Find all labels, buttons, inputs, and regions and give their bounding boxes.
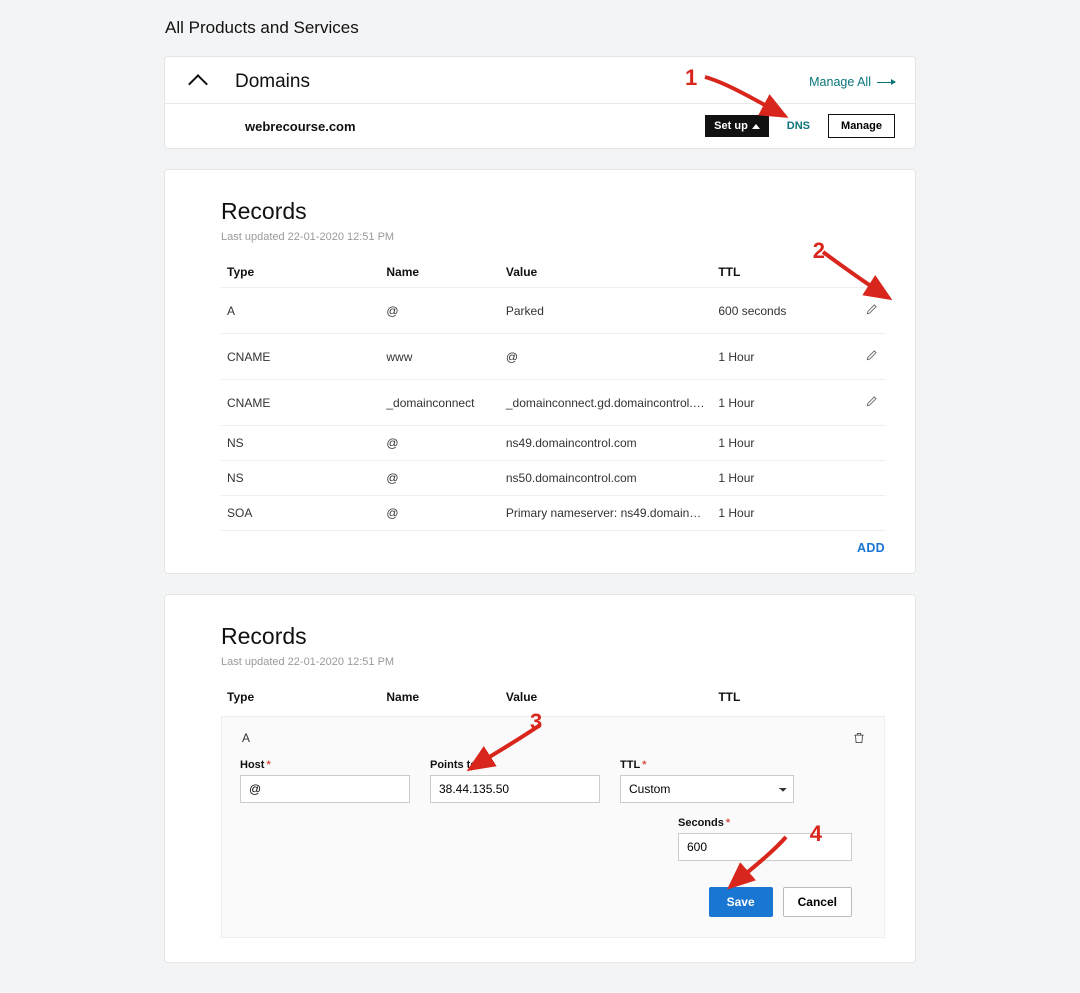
manage-all-link[interactable]: Manage All bbox=[809, 75, 895, 89]
table-row: NS@ns49.domaincontrol.com1 Hour bbox=[221, 426, 885, 461]
cell-type: SOA bbox=[221, 496, 380, 531]
records-card-2: Records Last updated 22-01-2020 12:51 PM… bbox=[164, 594, 916, 963]
domains-heading: Domains bbox=[235, 71, 310, 93]
cell-name: www bbox=[380, 334, 500, 380]
col2-ttl: TTL bbox=[712, 682, 832, 712]
cell-type: CNAME bbox=[221, 380, 380, 426]
chevron-up-icon[interactable] bbox=[188, 74, 208, 94]
col-type: Type bbox=[221, 257, 380, 288]
cell-ttl: 1 Hour bbox=[712, 426, 832, 461]
host-label: Host* bbox=[240, 759, 410, 771]
delete-icon[interactable] bbox=[852, 731, 866, 748]
col-name: Name bbox=[380, 257, 500, 288]
cell-ttl: 1 Hour bbox=[712, 380, 832, 426]
last-updated-2: Last updated 22-01-2020 12:51 PM bbox=[221, 656, 885, 668]
records-card-1: Records Last updated 22-01-2020 12:51 PM… bbox=[164, 169, 916, 574]
cell-ttl: 1 Hour bbox=[712, 334, 832, 380]
annotation-arrow-3 bbox=[462, 721, 552, 776]
edit-icon[interactable] bbox=[865, 394, 879, 408]
table-row: CNAME_domainconnect_domainconnect.gd.dom… bbox=[221, 380, 885, 426]
cell-name: _domainconnect bbox=[380, 380, 500, 426]
cell-value: Primary nameserver: ns49.domaincontrol.c… bbox=[500, 496, 712, 531]
col-ttl: TTL bbox=[712, 257, 832, 288]
records-title-2: Records bbox=[221, 623, 885, 650]
page-title: All Products and Services bbox=[165, 18, 1080, 38]
domains-card: Domains Manage All webrecourse.com Set u… bbox=[164, 56, 916, 149]
records-table: Type Name Value TTL A@Parked600 secondsC… bbox=[221, 257, 885, 531]
dns-link[interactable]: DNS bbox=[787, 120, 810, 132]
cell-type: NS bbox=[221, 426, 380, 461]
cell-type: NS bbox=[221, 461, 380, 496]
manage-all-label: Manage All bbox=[809, 75, 871, 89]
col2-type: Type bbox=[221, 682, 380, 712]
table-row: SOA@Primary nameserver: ns49.domaincontr… bbox=[221, 496, 885, 531]
cell-value: _domainconnect.gd.domaincontrol.com bbox=[500, 380, 712, 426]
col2-name: Name bbox=[380, 682, 500, 712]
seconds-label: Seconds* bbox=[678, 817, 852, 829]
annotation-arrow-4 bbox=[724, 833, 794, 893]
edit-icon[interactable] bbox=[865, 348, 879, 362]
cell-name: @ bbox=[380, 496, 500, 531]
last-updated: Last updated 22-01-2020 12:51 PM bbox=[221, 231, 885, 243]
host-input[interactable] bbox=[240, 775, 410, 803]
cell-ttl: 1 Hour bbox=[712, 461, 832, 496]
annotation-arrow-2 bbox=[817, 246, 897, 306]
ttl-label: TTL* bbox=[620, 759, 794, 771]
cell-ttl: 600 seconds bbox=[712, 288, 832, 334]
cell-value: @ bbox=[500, 334, 712, 380]
caret-up-icon bbox=[752, 124, 760, 129]
cell-name: @ bbox=[380, 426, 500, 461]
cell-name: @ bbox=[380, 288, 500, 334]
manage-button[interactable]: Manage bbox=[828, 114, 895, 138]
records-title: Records bbox=[221, 198, 885, 225]
cell-ttl: 1 Hour bbox=[712, 496, 832, 531]
table-row: NS@ns50.domaincontrol.com1 Hour bbox=[221, 461, 885, 496]
cell-value: ns50.domaincontrol.com bbox=[500, 461, 712, 496]
arrow-right-icon bbox=[877, 82, 895, 83]
points-to-input[interactable] bbox=[430, 775, 600, 803]
add-link[interactable]: ADD bbox=[221, 541, 885, 555]
records-table-2: Type Name Value TTL bbox=[221, 682, 885, 712]
cell-type: A bbox=[221, 288, 380, 334]
cell-value: Parked bbox=[500, 288, 712, 334]
cell-name: @ bbox=[380, 461, 500, 496]
annotation-arrow-1 bbox=[697, 71, 797, 121]
col-value: Value bbox=[500, 257, 712, 288]
domain-name: webrecourse.com bbox=[245, 119, 356, 134]
ttl-select[interactable]: Custom bbox=[620, 775, 794, 803]
col2-value: Value bbox=[500, 682, 712, 712]
table-row: CNAMEwww@1 Hour bbox=[221, 334, 885, 380]
cell-value: ns49.domaincontrol.com bbox=[500, 426, 712, 461]
table-row: A@Parked600 seconds bbox=[221, 288, 885, 334]
cell-type: CNAME bbox=[221, 334, 380, 380]
edit-panel: A Host* Points to* TTL* Custom bbox=[221, 716, 885, 938]
setup-label: Set up bbox=[714, 120, 748, 132]
